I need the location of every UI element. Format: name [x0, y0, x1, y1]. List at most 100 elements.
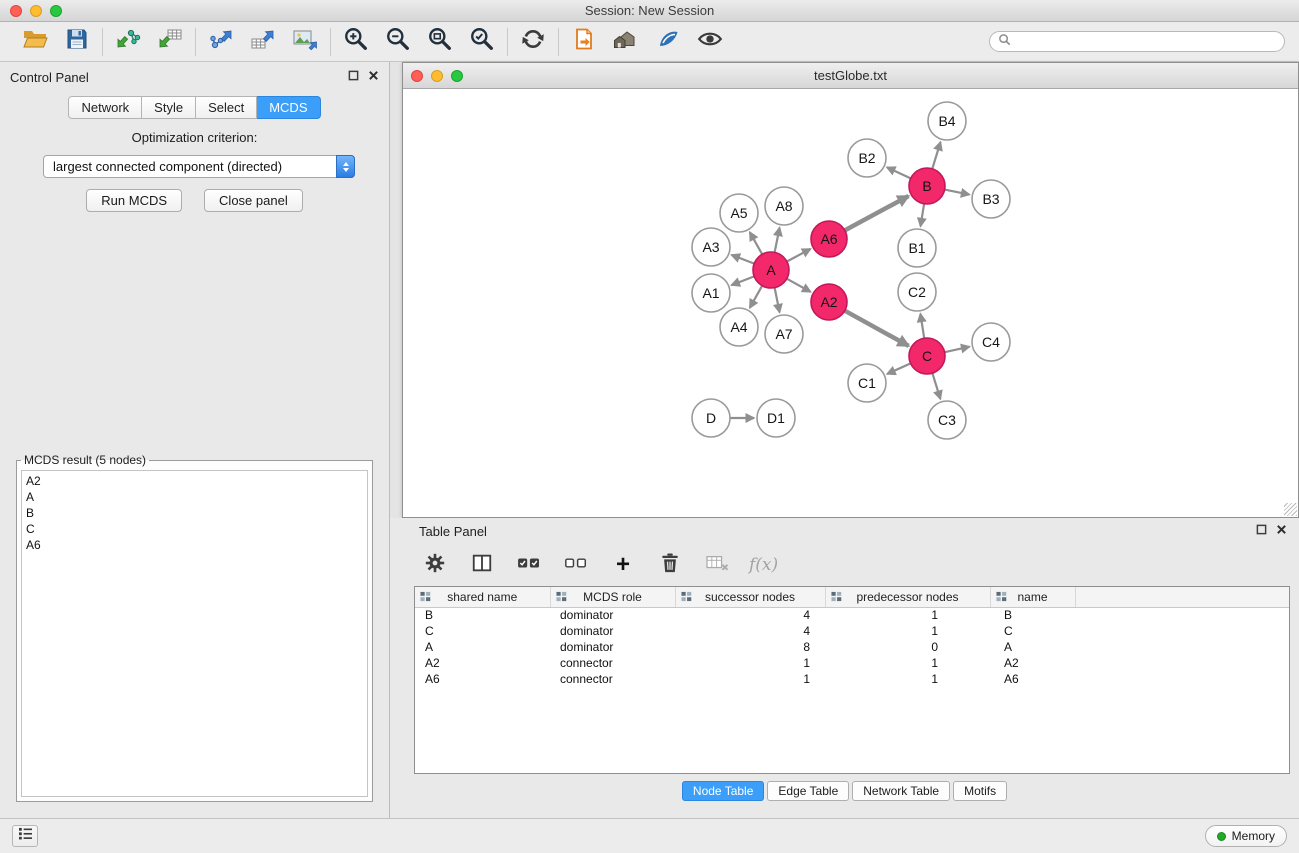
function-builder-button[interactable]: f(x) — [749, 550, 778, 580]
delete-columns-button[interactable] — [655, 550, 685, 580]
delete-table-button[interactable] — [702, 550, 732, 580]
network-canvas[interactable]: AA1A2A3A4A5A6A7A8BB1B2B3B4CC1C2C3C4DD1 — [403, 89, 1298, 517]
edge-C-C2[interactable] — [920, 314, 924, 339]
edge-A-A1[interactable] — [732, 276, 755, 285]
tab-edge-table[interactable]: Edge Table — [767, 781, 849, 801]
edge-B-B4[interactable] — [932, 142, 940, 169]
tab-motifs[interactable]: Motifs — [953, 781, 1007, 801]
zoom-in-button[interactable] — [341, 27, 371, 57]
open-session-button[interactable] — [20, 27, 50, 57]
task-history-button[interactable] — [12, 825, 38, 847]
cell-successor-nodes[interactable]: 1 — [675, 655, 825, 671]
run-mcds-button[interactable]: Run MCDS — [86, 189, 182, 212]
edge-A-A8[interactable] — [775, 228, 780, 253]
table-row[interactable]: Bdominator41B — [415, 607, 1289, 623]
select-all-rows-button[interactable] — [514, 550, 544, 580]
dropdown-stepper-icon[interactable] — [336, 155, 355, 178]
close-panel-button[interactable]: Close panel — [204, 189, 303, 212]
cell-mcds-role[interactable]: connector — [550, 655, 675, 671]
cell-mcds-role[interactable]: dominator — [550, 607, 675, 623]
cell-mcds-role[interactable]: dominator — [550, 623, 675, 639]
tab-network-table[interactable]: Network Table — [852, 781, 950, 801]
cell-name[interactable]: A2 — [990, 655, 1075, 671]
zoom-fit-button[interactable] — [425, 27, 455, 57]
cell-mcds-role[interactable]: dominator — [550, 639, 675, 655]
float-table-panel-icon[interactable] — [1256, 522, 1267, 540]
cell-name[interactable]: B — [990, 607, 1075, 623]
edge-A6-B[interactable] — [845, 196, 909, 230]
network-minimize-button[interactable] — [431, 70, 443, 82]
edge-B-B1[interactable] — [921, 204, 925, 227]
welcome-screen-button[interactable] — [611, 27, 641, 57]
column-header-shared-name[interactable]: shared name — [415, 587, 550, 607]
cell-successor-nodes[interactable]: 4 — [675, 607, 825, 623]
cell-successor-nodes[interactable]: 8 — [675, 639, 825, 655]
birds-eye-button[interactable] — [653, 27, 683, 57]
import-network-button[interactable] — [113, 27, 143, 57]
import-table-button[interactable] — [155, 27, 185, 57]
tab-node-table[interactable]: Node Table — [682, 781, 765, 801]
edge-C-C1[interactable] — [887, 363, 911, 374]
document-export-button[interactable] — [569, 27, 599, 57]
edge-A-A2[interactable] — [787, 279, 811, 292]
table-row[interactable]: A2connector11A2 — [415, 655, 1289, 671]
export-image-button[interactable] — [290, 27, 320, 57]
cell-name[interactable]: C — [990, 623, 1075, 639]
edge-C-C4[interactable] — [945, 347, 970, 353]
memory-button[interactable]: Memory — [1205, 825, 1287, 847]
column-header-predecessor-nodes[interactable]: predecessor nodes — [825, 587, 990, 607]
mcds-result-list[interactable]: A2ABCA6 — [21, 470, 368, 797]
export-table-button[interactable] — [248, 27, 278, 57]
cell-name[interactable]: A — [990, 639, 1075, 655]
edge-C-C3[interactable] — [932, 373, 940, 399]
edge-A-A7[interactable] — [775, 288, 780, 313]
edge-A-A3[interactable] — [732, 255, 755, 264]
cell-predecessor-nodes[interactable]: 1 — [825, 607, 990, 623]
cell-shared-name[interactable]: C — [415, 623, 550, 639]
zoom-window-button[interactable] — [50, 5, 62, 17]
network-window-titlebar[interactable]: testGlobe.txt — [403, 63, 1298, 89]
edge-B-B3[interactable] — [945, 190, 970, 195]
edge-A-A6[interactable] — [787, 249, 811, 262]
cell-predecessor-nodes[interactable]: 1 — [825, 671, 990, 687]
cell-shared-name[interactable]: B — [415, 607, 550, 623]
cell-shared-name[interactable]: A — [415, 639, 550, 655]
edge-A-A5[interactable] — [750, 232, 762, 254]
cell-predecessor-nodes[interactable]: 1 — [825, 623, 990, 639]
create-column-button[interactable]: + — [608, 550, 638, 580]
cell-mcds-role[interactable]: connector — [550, 671, 675, 687]
tab-mcds[interactable]: MCDS — [257, 96, 320, 119]
cell-shared-name[interactable]: A2 — [415, 655, 550, 671]
network-close-button[interactable] — [411, 70, 423, 82]
edge-B-B2[interactable] — [887, 167, 911, 178]
cell-shared-name[interactable]: A6 — [415, 671, 550, 687]
table-row[interactable]: Adominator80A — [415, 639, 1289, 655]
column-header-name[interactable]: name — [990, 587, 1075, 607]
apply-layout-button[interactable] — [518, 27, 548, 57]
show-details-button[interactable] — [695, 27, 725, 57]
cell-successor-nodes[interactable]: 1 — [675, 671, 825, 687]
cell-successor-nodes[interactable]: 4 — [675, 623, 825, 639]
network-zoom-button[interactable] — [451, 70, 463, 82]
column-header-mcds-role[interactable]: MCDS role — [550, 587, 675, 607]
column-header-successor-nodes[interactable]: successor nodes — [675, 587, 825, 607]
table-settings-button[interactable] — [420, 550, 450, 580]
zoom-out-button[interactable] — [383, 27, 413, 57]
float-panel-icon[interactable] — [348, 68, 359, 86]
network-graph[interactable]: AA1A2A3A4A5A6A7A8BB1B2B3B4CC1C2C3C4DD1 — [403, 89, 1297, 517]
tab-select[interactable]: Select — [196, 96, 257, 119]
cell-predecessor-nodes[interactable]: 0 — [825, 639, 990, 655]
window-resize-grip[interactable] — [1284, 503, 1297, 516]
toggle-columns-button[interactable] — [467, 550, 497, 580]
close-table-panel-icon[interactable] — [1276, 522, 1287, 540]
search-input[interactable] — [1016, 35, 1276, 49]
table-row[interactable]: A6connector11A6 — [415, 671, 1289, 687]
edge-A-A4[interactable] — [750, 286, 762, 308]
close-panel-icon[interactable] — [368, 68, 379, 86]
edge-A2-C[interactable] — [845, 311, 909, 346]
export-network-button[interactable] — [206, 27, 236, 57]
tab-style[interactable]: Style — [142, 96, 196, 119]
save-session-button[interactable] — [62, 27, 92, 57]
optimization-criterion-dropdown[interactable]: largest connected component (directed) — [43, 155, 355, 178]
zoom-selected-button[interactable] — [467, 27, 497, 57]
